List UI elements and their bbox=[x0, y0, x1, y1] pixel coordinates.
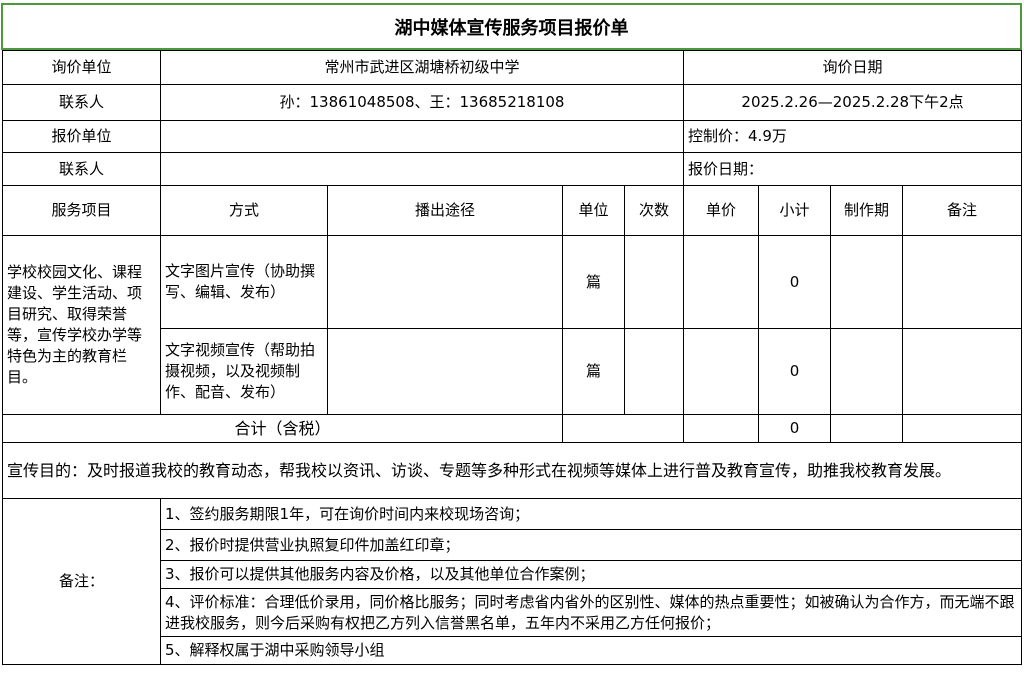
method-cell: 文字视频宣传（帮助拍摄视频，以及视频制作、配音、发布） bbox=[160, 328, 328, 415]
total-value: 0 bbox=[758, 414, 832, 443]
total-period-cell bbox=[830, 414, 904, 443]
contact2-value bbox=[159, 152, 685, 186]
row-contact: 联系人 孙：13861048508、王：13685218108 2025.2.2… bbox=[2, 84, 1023, 121]
note-item: 2、报价时提供营业执照复印件加盖红印章； bbox=[159, 529, 1023, 561]
period-cell bbox=[830, 235, 904, 329]
unit-cell: 篇 bbox=[562, 328, 625, 415]
note-item: 4、评价标准：合理低价录用，同价格比服务；同时考虑省内省外的区别性、媒体的热点重… bbox=[159, 588, 1023, 637]
quote-unit-label: 报价单位 bbox=[2, 120, 161, 153]
note-item: 3、报价可以提供其他服务内容及价格，以及其他单位合作案例； bbox=[159, 560, 1023, 589]
subtotal-cell: 0 bbox=[758, 235, 832, 329]
price-cell bbox=[683, 328, 760, 415]
col-header-remarks: 备注 bbox=[902, 185, 1023, 236]
inquiry-date-label: 询价日期 bbox=[683, 50, 1023, 85]
column-header-row: 服务项目 方式 播出途径 单位 次数 单价 小计 制作期 备注 bbox=[2, 185, 1023, 236]
contact-label: 联系人 bbox=[2, 84, 161, 121]
quotation-sheet: 湖中媒体宣传服务项目报价单 询价单位 常州市武进区湖塘桥初级中学 询价日期 联系… bbox=[0, 0, 1024, 677]
control-price: 控制价：4.9万 bbox=[683, 120, 1023, 153]
subtotal-cell: 0 bbox=[758, 328, 832, 415]
channel-cell bbox=[327, 328, 563, 415]
quote-date-label: 报价日期： bbox=[683, 152, 1023, 186]
unit-cell: 篇 bbox=[562, 235, 625, 329]
contact-value: 孙：13861048508、王：13685218108 bbox=[159, 84, 685, 121]
total-remarks-cell bbox=[902, 414, 1023, 443]
col-header-price: 单价 bbox=[683, 185, 760, 236]
contact2-label: 联系人 bbox=[2, 152, 161, 186]
method-cell: 文字图片宣传（协助撰写、编辑、发布） bbox=[160, 235, 328, 329]
col-header-unit: 单位 bbox=[562, 185, 625, 236]
count-cell bbox=[623, 328, 685, 415]
col-header-method: 方式 bbox=[160, 185, 328, 236]
quotation-table: 询价单位 常州市武进区湖塘桥初级中学 询价日期 联系人 孙：1386104850… bbox=[1, 50, 1023, 665]
col-header-period: 制作期 bbox=[830, 185, 904, 236]
total-price-cell bbox=[683, 414, 760, 443]
table-row: 学校校园文化、课程建设、学生活动、项目研究、取得荣誉等，宣传学校办学等特色为主的… bbox=[2, 235, 1023, 415]
col-header-count: 次数 bbox=[623, 185, 685, 236]
col-header-subtotal: 小计 bbox=[758, 185, 832, 236]
col-header-channel: 播出途径 bbox=[327, 185, 563, 236]
total-label: 合计（含税） bbox=[2, 414, 563, 443]
period-cell bbox=[830, 328, 904, 415]
note-item: 5、解释权属于湖中采购领导小组 bbox=[159, 636, 1023, 665]
channel-cell bbox=[327, 235, 563, 329]
remarks-cell bbox=[902, 235, 1023, 329]
row-inquiry-unit: 询价单位 常州市武进区湖塘桥初级中学 询价日期 bbox=[2, 50, 1023, 85]
sheet-title: 湖中媒体宣传服务项目报价单 bbox=[1, 3, 1022, 50]
purpose-row: 宣传目的：及时报道我校的教育动态，帮我校以资讯、访谈、专题等多种形式在视频等媒体… bbox=[1, 442, 1023, 499]
inquiry-unit-value: 常州市武进区湖塘桥初级中学 bbox=[159, 50, 685, 85]
col-header-service: 服务项目 bbox=[2, 185, 161, 236]
row-contact2: 联系人 报价日期： bbox=[2, 152, 1023, 186]
remarks-cell bbox=[902, 328, 1023, 415]
inquiry-unit-label: 询价单位 bbox=[2, 50, 161, 85]
note-item: 1、签约服务期限1年，可在询价时间内来校现场咨询； bbox=[159, 498, 1023, 530]
count-cell bbox=[623, 235, 685, 329]
date-value: 2025.2.26—2025.2.28下午2点 bbox=[683, 84, 1023, 121]
total-row: 合计（含税） 0 bbox=[2, 414, 1023, 443]
note-row: 备注： 1、签约服务期限1年，可在询价时间内来校现场咨询； bbox=[2, 498, 1023, 665]
price-cell bbox=[683, 235, 760, 329]
purpose-text: 宣传目的：及时报道我校的教育动态，帮我校以资讯、访谈、专题等多种形式在视频等媒体… bbox=[1, 442, 1023, 499]
total-blank bbox=[561, 414, 685, 443]
notes-label: 备注： bbox=[2, 498, 161, 665]
service-item-cell: 学校校园文化、课程建设、学生活动、项目研究、取得荣誉等，宣传学校办学等特色为主的… bbox=[2, 235, 161, 415]
quote-unit-value bbox=[159, 120, 685, 153]
row-quote-unit: 报价单位 控制价：4.9万 bbox=[2, 120, 1023, 153]
